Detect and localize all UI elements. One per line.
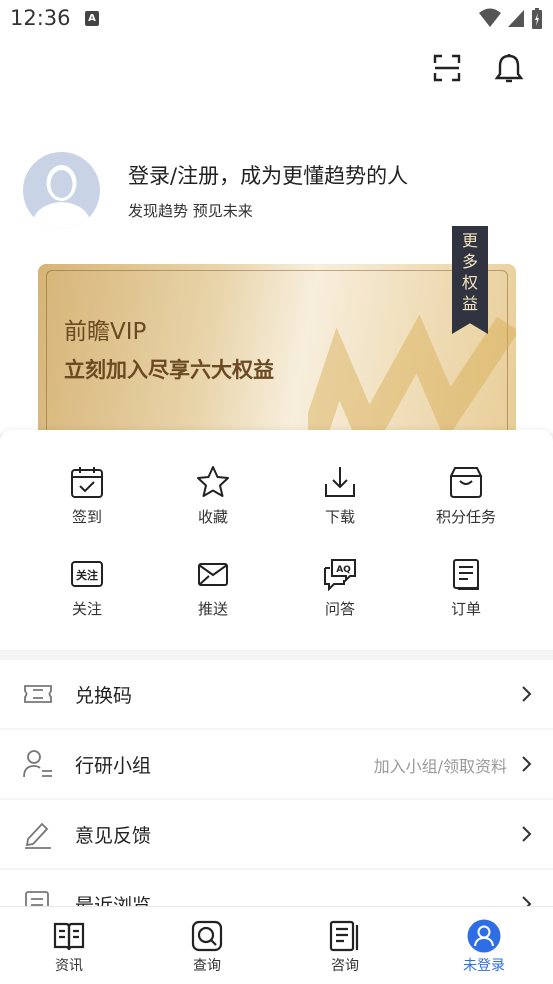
order-icon [453, 559, 479, 590]
grid-item-label: 积分任务 [435, 508, 496, 526]
feature-grid-panel: 签到 收藏 下载 积分任务 关注 关注 推送 AQ 问答 订单 [0, 430, 553, 650]
list-item-label: 意见反馈 [75, 825, 152, 847]
list-item-research-group[interactable]: 行研小组 加入小组/领取资料 [0, 730, 553, 798]
wifi-icon [479, 8, 501, 27]
bottom-tab-bar: 资讯 查询 咨询 未登录 [0, 906, 553, 984]
list-item-feedback[interactable]: 意见反馈 [0, 800, 553, 868]
tab-label: 咨询 [331, 958, 359, 974]
qa-icon: AQ [324, 559, 356, 592]
vip-more-char: 权 [461, 273, 478, 292]
calendar-check-icon [71, 467, 103, 498]
grid-item-follow[interactable]: 关注 关注 [32, 556, 142, 619]
system-icons [479, 8, 543, 30]
grid-item-label: 下载 [324, 508, 355, 526]
ticket-icon [24, 685, 52, 703]
status-time: 12:36 [10, 6, 71, 30]
user-group-icon [23, 750, 52, 778]
signal-icon [508, 10, 524, 27]
grid-item-checkin[interactable]: 签到 [32, 464, 142, 527]
grid-item-favorites[interactable]: 收藏 [158, 464, 268, 527]
book-icon [53, 922, 85, 951]
grid-item-label: 签到 [71, 508, 102, 526]
status-bar: 12:36 A [0, 0, 553, 38]
vip-more-char: 多 [461, 252, 478, 271]
default-avatar-icon [31, 165, 92, 229]
vip-card[interactable]: 前瞻VIP 立刻加入尽享六大权益 [38, 264, 516, 444]
envelope-icon [198, 563, 228, 586]
chevron-right-icon [522, 756, 532, 772]
user-icon [467, 919, 501, 953]
follow-icon: 关注 [71, 561, 103, 587]
chevron-right-icon [522, 826, 532, 842]
vip-more-char: 更 [461, 231, 478, 250]
download-icon [325, 467, 355, 497]
accessibility-a-icon: A [85, 11, 99, 26]
login-title[interactable]: 登录/注册，成为更懂趋势的人 [128, 160, 408, 190]
list-item-redeem-code[interactable]: 兑换码 [0, 660, 553, 728]
tab-label: 未登录 [463, 958, 505, 974]
grid-item-label: 推送 [197, 600, 228, 618]
chevron-right-icon [522, 686, 532, 702]
grid-item-push[interactable]: 推送 [158, 556, 268, 619]
vip-more-benefits-tag[interactable]: 更 多 权 益 [452, 226, 488, 334]
grid-item-label: 关注 [71, 600, 102, 618]
grid-item-label: 问答 [324, 600, 355, 618]
vip-title: 前瞻VIP [64, 319, 147, 345]
pencil-icon [25, 822, 51, 849]
grid-item-qa[interactable]: AQ 问答 [285, 556, 395, 619]
star-icon [197, 466, 229, 497]
tab-label: 查询 [193, 958, 221, 974]
login-subtitle: 发现趋势 预见未来 [128, 202, 253, 220]
grid-item-points-task[interactable]: 积分任务 [411, 464, 521, 527]
grid-item-download[interactable]: 下载 [285, 464, 395, 527]
tab-label: 资讯 [55, 958, 83, 974]
grid-item-orders[interactable]: 订单 [411, 556, 521, 619]
follow-icon-text: 关注 [76, 568, 98, 582]
vip-more-char: 益 [461, 294, 478, 313]
qa-icon-text: AQ [336, 565, 351, 575]
report-icon [329, 920, 359, 952]
tab-profile[interactable]: 未登录 [434, 919, 534, 975]
grid-item-label: 收藏 [197, 508, 228, 526]
points-task-icon [450, 467, 482, 498]
list-item-hint: 加入小组/领取资料 [373, 757, 507, 776]
avatar[interactable] [23, 152, 100, 229]
bell-icon[interactable] [495, 53, 523, 83]
list-item-label: 兑换码 [75, 685, 133, 707]
vip-subtitle: 立刻加入尽享六大权益 [64, 358, 274, 382]
scan-icon[interactable] [433, 54, 461, 82]
grid-item-label: 订单 [450, 600, 481, 618]
tab-news[interactable]: 资讯 [19, 919, 119, 975]
search-icon [191, 920, 223, 952]
tab-consult[interactable]: 咨询 [295, 919, 395, 975]
tab-query[interactable]: 查询 [157, 919, 257, 975]
list-item-label: 行研小组 [75, 755, 152, 777]
battery-icon [532, 8, 542, 29]
